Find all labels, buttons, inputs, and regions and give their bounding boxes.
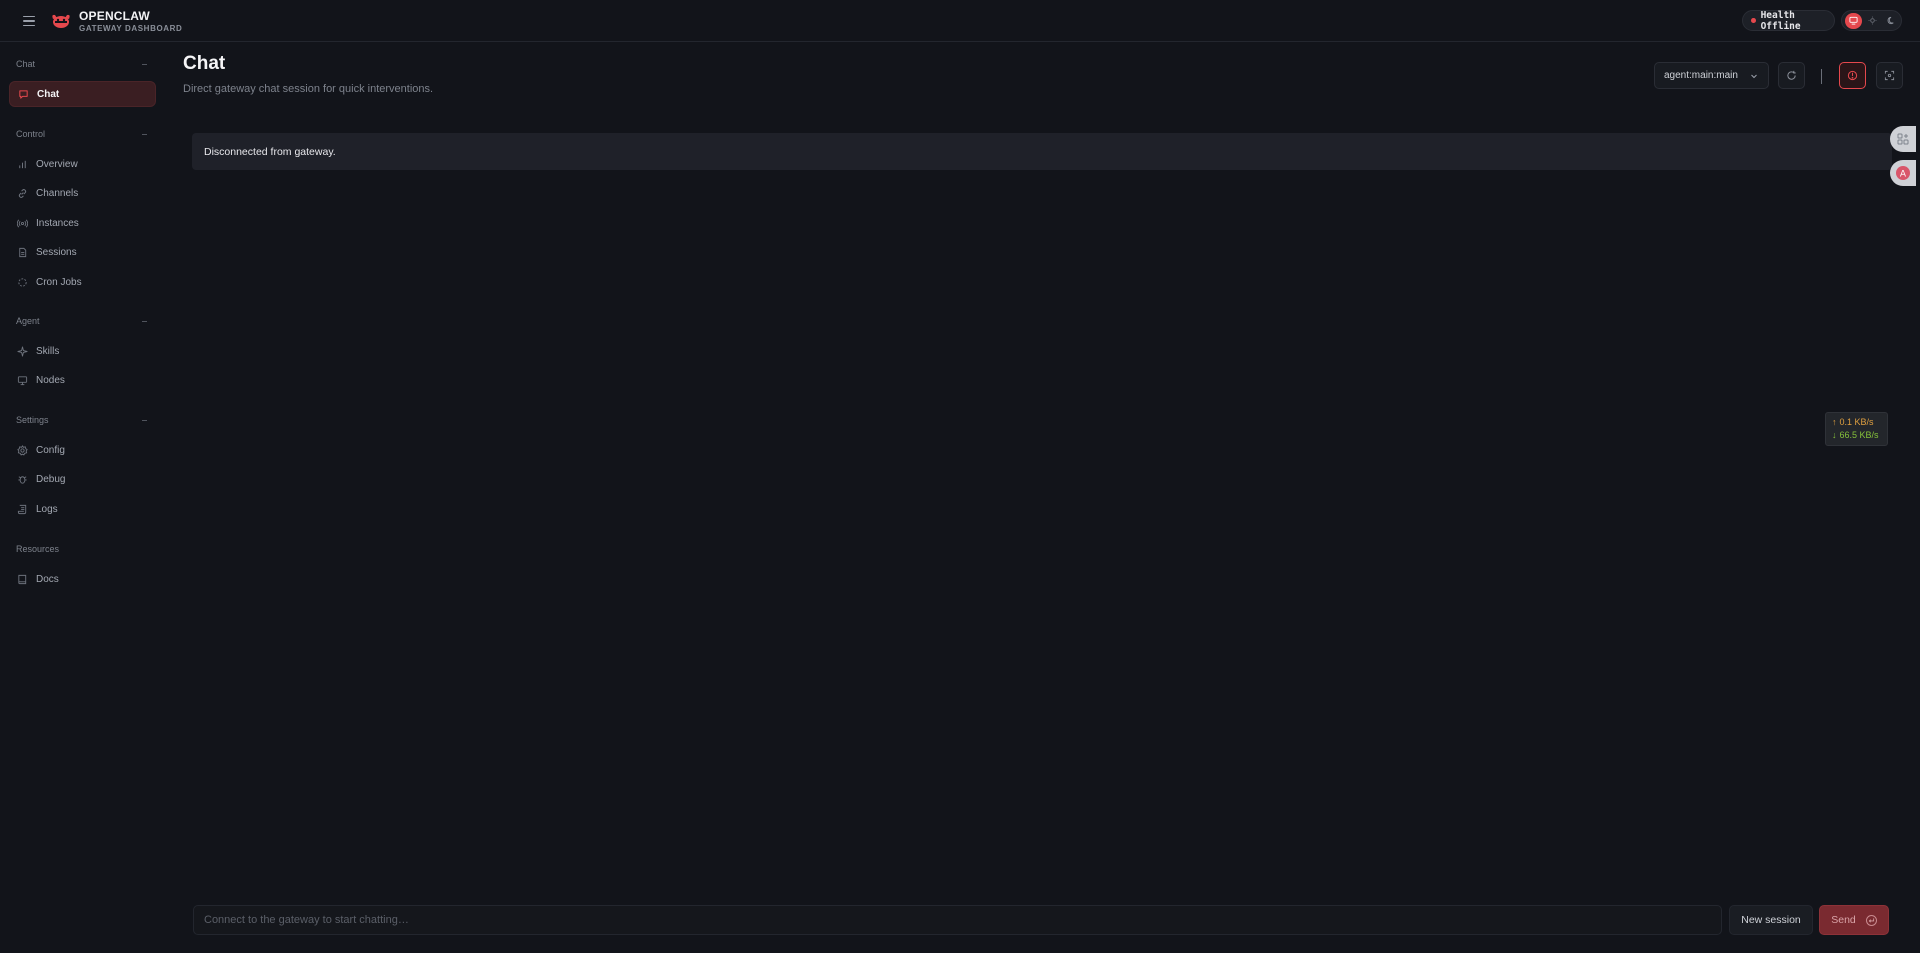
apps-icon — [1897, 133, 1909, 145]
chevron-down-icon — [1751, 74, 1757, 79]
sidebar-item-label: Instances — [36, 217, 79, 229]
sidebar-group-settings[interactable]: Settings — [16, 415, 49, 425]
sidebar-item-config[interactable]: Config — [9, 437, 156, 463]
sparkle-icon — [17, 345, 28, 357]
send-button[interactable]: Send — [1819, 905, 1889, 935]
sidebar-item-nodes[interactable]: Nodes — [9, 367, 156, 393]
download-speed: ↓ 66.5 KB/s — [1832, 430, 1887, 441]
collapse-icon[interactable] — [142, 420, 147, 421]
apps-float-button[interactable] — [1890, 126, 1916, 152]
session-select[interactable]: agent:main:main — [1654, 62, 1769, 89]
sidebar: Chat Chat Control Overview Channels Inst… — [0, 43, 164, 953]
bug-icon — [17, 474, 28, 485]
theme-light-button[interactable] — [1864, 13, 1881, 29]
sidebar-item-label: Channels — [36, 187, 79, 199]
sidebar-item-label: Skills — [36, 345, 60, 357]
sidebar-item-label: Nodes — [36, 374, 65, 386]
download-speed-value: 66.5 KB/s — [1839, 430, 1879, 440]
arrow-up-icon: ↑ — [1832, 417, 1837, 427]
brand-subtitle: GATEWAY DASHBOARD — [79, 24, 183, 33]
network-speed-monitor: ↑ 0.1 KB/s ↓ 66.5 KB/s — [1825, 412, 1888, 446]
send-label: Send — [1831, 914, 1856, 926]
system-icon — [1849, 16, 1858, 25]
new-session-button[interactable]: New session — [1729, 905, 1813, 935]
sidebar-item-label: Overview — [36, 158, 78, 170]
loader-icon — [17, 277, 28, 288]
sidebar-item-channels[interactable]: Channels — [9, 180, 156, 206]
sidebar-item-debug[interactable]: Debug — [9, 466, 156, 492]
theme-switcher — [1841, 10, 1902, 31]
translate-icon: A — [1896, 166, 1910, 180]
upload-speed-value: 0.1 KB/s — [1839, 417, 1874, 427]
sidebar-item-instances[interactable]: Instances — [9, 210, 156, 236]
collapse-icon[interactable] — [142, 134, 147, 135]
sidebar-item-docs[interactable]: Docs — [9, 566, 156, 592]
gear-icon — [17, 444, 28, 456]
sidebar-item-skills[interactable]: Skills — [9, 338, 156, 364]
sidebar-item-logs[interactable]: Logs — [9, 496, 156, 522]
top-bar: OPENCLAW GATEWAY DASHBOARD Health Offlin… — [0, 0, 1920, 42]
radio-signal-icon — [17, 218, 28, 229]
brand: OPENCLAW GATEWAY DASHBOARD — [79, 10, 182, 33]
sidebar-item-overview[interactable]: Overview — [9, 151, 156, 177]
translate-float-button[interactable]: A — [1890, 160, 1916, 186]
book-icon — [17, 574, 28, 585]
health-status-text: Health Offline — [1760, 9, 1801, 32]
sidebar-group-resources[interactable]: Resources — [16, 544, 59, 554]
sidebar-item-label: Debug — [36, 473, 66, 485]
sidebar-item-chat[interactable]: Chat — [9, 81, 156, 107]
new-session-label: New session — [1741, 914, 1801, 926]
menu-toggle-icon[interactable] — [20, 12, 38, 30]
sidebar-item-label: Cron Jobs — [36, 276, 82, 288]
focus-mode-button[interactable] — [1876, 62, 1903, 89]
collapse-icon[interactable] — [142, 64, 147, 65]
document-icon — [17, 247, 28, 258]
theme-system-button[interactable] — [1845, 12, 1862, 29]
sidebar-group-agent[interactable]: Agent — [16, 316, 40, 326]
sidebar-item-sessions[interactable]: Sessions — [9, 239, 156, 265]
toolbar-divider — [1821, 69, 1822, 84]
chat-message-input[interactable] — [193, 905, 1722, 935]
monitor-icon — [17, 375, 28, 386]
banner-text: Disconnected from gateway. — [204, 145, 336, 158]
sun-icon — [1868, 16, 1877, 25]
link-icon — [17, 188, 28, 199]
moon-icon — [1887, 16, 1894, 25]
svg-text:A: A — [1900, 170, 1907, 180]
scroll-icon — [17, 504, 28, 515]
session-select-value: agent:main:main — [1664, 70, 1738, 81]
focus-icon — [1884, 70, 1895, 81]
enter-key-icon — [1865, 914, 1877, 926]
refresh-icon — [1787, 70, 1796, 80]
page-subtitle: Direct gateway chat session for quick in… — [183, 83, 434, 95]
arrow-down-icon: ↓ — [1832, 430, 1837, 440]
sidebar-item-cron-jobs[interactable]: Cron Jobs — [9, 269, 156, 295]
chat-bubble-icon — [18, 89, 29, 100]
upload-speed: ↑ 0.1 KB/s — [1832, 417, 1887, 428]
refresh-button[interactable] — [1778, 62, 1805, 89]
collapse-icon[interactable] — [142, 321, 147, 322]
status-dot — [1751, 18, 1756, 23]
bar-chart-icon — [17, 159, 28, 170]
sidebar-item-label: Logs — [36, 503, 58, 515]
brain-icon — [1847, 70, 1858, 81]
openclaw-logo-icon — [52, 14, 70, 28]
brand-title: OPENCLAW — [79, 9, 150, 23]
theme-dark-button[interactable] — [1883, 13, 1900, 29]
health-status-badge[interactable]: Health Offline — [1742, 9, 1835, 32]
connection-status-banner: Disconnected from gateway. — [192, 133, 1892, 170]
sidebar-item-label: Chat — [37, 88, 60, 100]
sidebar-group-control[interactable]: Control — [16, 129, 45, 139]
page-title: Chat — [183, 53, 226, 74]
sidebar-item-label: Config — [36, 444, 65, 456]
thinking-toggle-button[interactable] — [1839, 62, 1866, 89]
sidebar-item-label: Docs — [36, 573, 59, 585]
sidebar-item-label: Sessions — [36, 246, 77, 258]
sidebar-group-chat[interactable]: Chat — [16, 59, 35, 69]
